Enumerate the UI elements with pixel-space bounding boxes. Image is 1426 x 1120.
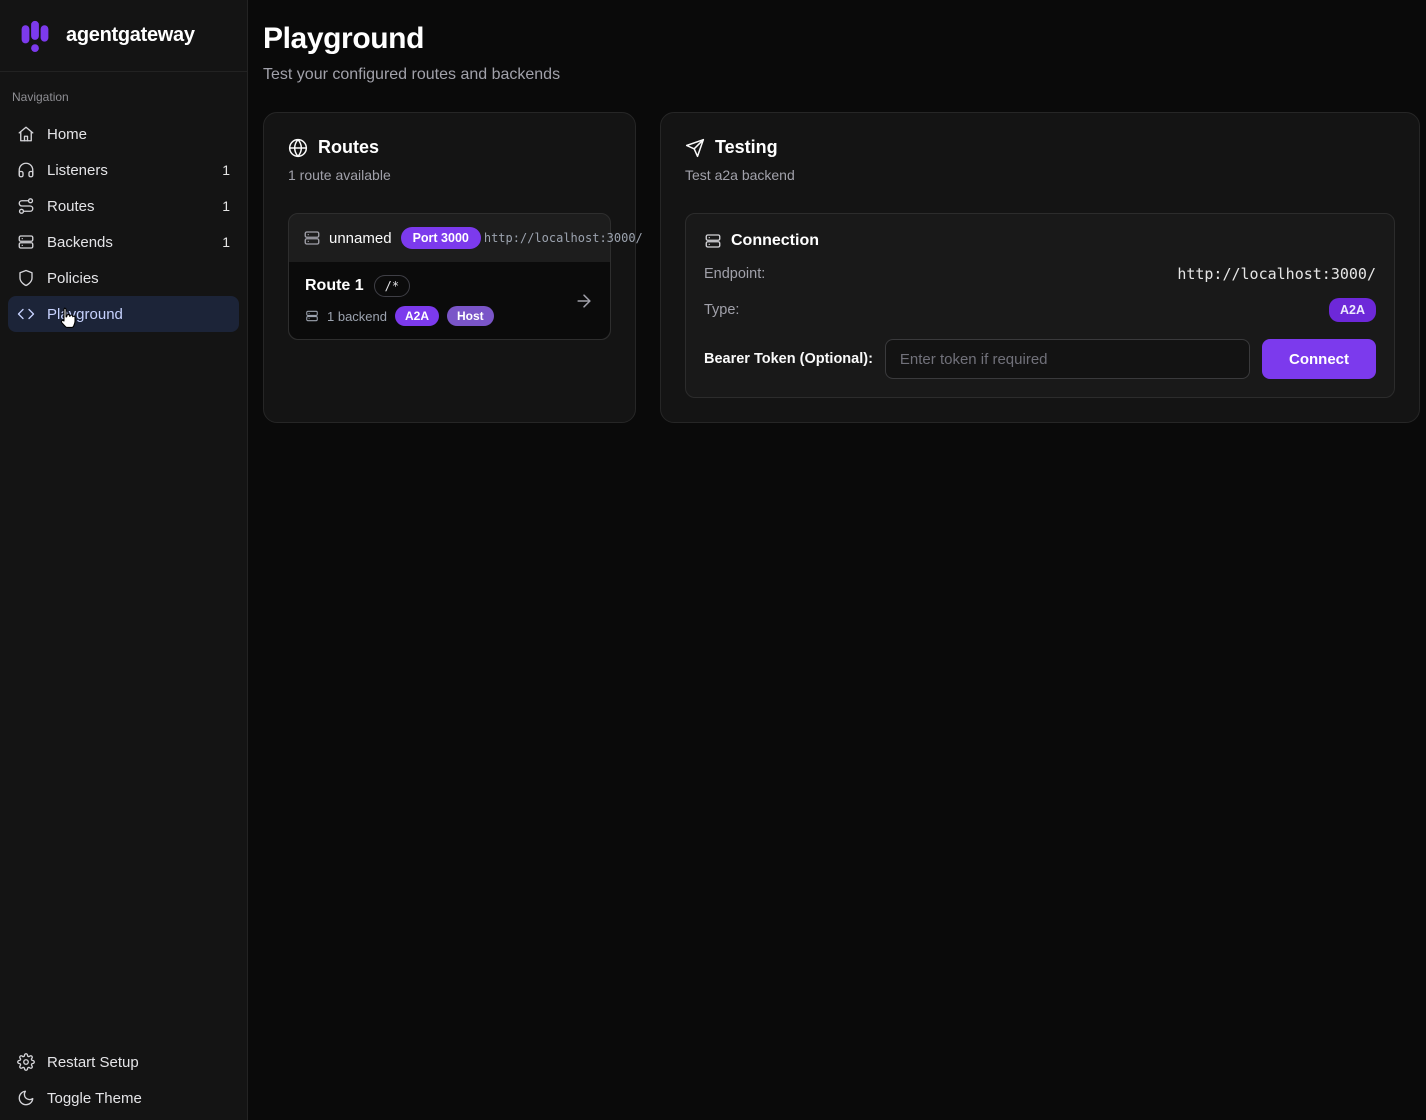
sidebar-item-label: Policies	[47, 270, 99, 287]
port-badge: Port 3000	[401, 227, 481, 249]
sidebar-nav: Navigation Home Listeners 1 Routes 1	[0, 72, 247, 1036]
gear-icon	[17, 1053, 35, 1071]
server-icon	[704, 232, 722, 250]
connection-title: Connection	[731, 232, 819, 250]
home-icon	[17, 125, 35, 143]
route-name: Route 1	[305, 277, 364, 295]
server-icon	[303, 229, 321, 247]
sidebar-item-label: Routes	[47, 198, 95, 215]
sidebar-item-policies[interactable]: Policies	[8, 260, 239, 296]
sidebar-item-count: 1	[222, 234, 230, 250]
code-icon	[17, 305, 35, 323]
restart-setup-button[interactable]: Restart Setup	[8, 1044, 239, 1080]
route-icon	[17, 197, 35, 215]
testing-card: Testing Test a2a backend Connection Endp…	[660, 112, 1420, 423]
endpoint-row: Endpoint: http://localhost:3000/	[704, 265, 1376, 283]
sidebar: agentgateway Navigation Home Listeners 1…	[0, 0, 248, 1120]
main-content: Playground Test your configured routes a…	[248, 0, 1426, 1120]
sidebar-item-label: Playground	[47, 306, 123, 323]
sidebar-item-home[interactable]: Home	[8, 116, 239, 152]
host-badge: Host	[447, 306, 494, 326]
testing-card-header: Testing	[685, 137, 1395, 158]
testing-card-subtitle: Test a2a backend	[685, 167, 1395, 183]
type-a2a-badge: A2A	[1329, 298, 1376, 322]
route-item-info: Route 1 /* 1 backend A2A Host	[305, 275, 494, 326]
routes-card-title: Routes	[318, 137, 379, 158]
server-icon	[305, 309, 319, 323]
sidebar-item-playground[interactable]: Playground	[8, 296, 239, 332]
sidebar-item-count: 1	[222, 162, 230, 178]
brand: agentgateway	[0, 0, 247, 72]
nav-section-label: Navigation	[12, 90, 235, 104]
routes-card-header: Routes	[288, 137, 611, 158]
send-icon	[685, 138, 705, 158]
connect-button[interactable]: Connect	[1262, 339, 1376, 379]
endpoint-label: Endpoint:	[704, 266, 765, 282]
listener-name: unnamed	[329, 230, 392, 247]
bearer-token-input[interactable]	[885, 339, 1250, 379]
sidebar-item-backends[interactable]: Backends 1	[8, 224, 239, 260]
toggle-theme-label: Toggle Theme	[47, 1090, 142, 1107]
a2a-badge: A2A	[395, 306, 439, 326]
sidebar-footer: Restart Setup Toggle Theme	[0, 1036, 247, 1120]
sidebar-item-label: Home	[47, 126, 87, 143]
connection-box: Connection Endpoint: http://localhost:30…	[685, 213, 1395, 398]
brand-name: agentgateway	[66, 24, 195, 47]
type-row: Type: A2A	[704, 298, 1376, 322]
sidebar-item-label: Backends	[47, 234, 113, 251]
listener-group: unnamed Port 3000 http://localhost:3000/…	[288, 213, 611, 340]
agentgateway-logo-icon	[16, 17, 54, 55]
server-icon	[17, 233, 35, 251]
testing-card-title: Testing	[715, 137, 778, 158]
shield-icon	[17, 269, 35, 287]
bearer-token-label: Bearer Token (Optional):	[704, 351, 873, 367]
page-title: Playground	[263, 22, 1424, 56]
type-label: Type:	[704, 302, 739, 318]
arrow-right-icon	[574, 291, 594, 311]
connection-header: Connection	[704, 232, 1376, 250]
headphones-icon	[17, 161, 35, 179]
sidebar-item-count: 1	[222, 198, 230, 214]
toggle-theme-button[interactable]: Toggle Theme	[8, 1080, 239, 1116]
listener-url: http://localhost:3000/	[484, 231, 643, 245]
page-subtitle: Test your configured routes and backends	[263, 66, 1424, 84]
endpoint-value: http://localhost:3000/	[1177, 265, 1376, 283]
sidebar-item-routes[interactable]: Routes 1	[8, 188, 239, 224]
cards-row: Routes 1 route available unnamed Port 30…	[263, 112, 1424, 423]
routes-card: Routes 1 route available unnamed Port 30…	[263, 112, 636, 423]
route-item[interactable]: Route 1 /* 1 backend A2A Host	[289, 262, 610, 339]
route-path-badge: /*	[374, 275, 410, 297]
sidebar-item-listeners[interactable]: Listeners 1	[8, 152, 239, 188]
backend-count: 1 backend	[327, 309, 387, 324]
moon-icon	[17, 1089, 35, 1107]
restart-setup-label: Restart Setup	[47, 1054, 139, 1071]
sidebar-item-label: Listeners	[47, 162, 108, 179]
listener-header: unnamed Port 3000 http://localhost:3000/	[289, 214, 610, 262]
bearer-token-row: Bearer Token (Optional): Connect	[704, 339, 1376, 379]
routes-card-subtitle: 1 route available	[288, 167, 611, 183]
globe-icon	[288, 138, 308, 158]
